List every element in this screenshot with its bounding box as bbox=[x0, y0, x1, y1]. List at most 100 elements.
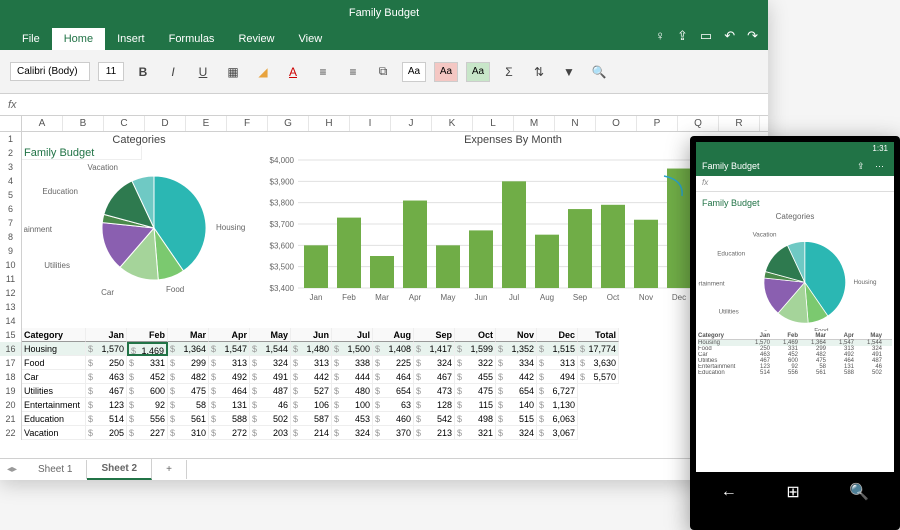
col-header[interactable]: Q bbox=[678, 116, 719, 131]
data-cell[interactable]: $324 bbox=[414, 356, 455, 370]
phone-formula-bar[interactable]: fx bbox=[696, 176, 894, 192]
row-header[interactable]: 18 bbox=[0, 370, 22, 384]
col-header[interactable]: G bbox=[268, 116, 309, 131]
data-cell[interactable]: $588 bbox=[209, 412, 250, 426]
data-cell[interactable]: $128 bbox=[414, 398, 455, 412]
data-cell[interactable]: $1,570 bbox=[86, 342, 127, 356]
data-cell[interactable]: $467 bbox=[414, 370, 455, 384]
col-header[interactable]: M bbox=[514, 116, 555, 131]
col-header[interactable]: L bbox=[473, 116, 514, 131]
data-cell[interactable]: $442 bbox=[496, 370, 537, 384]
tab-view[interactable]: View bbox=[287, 28, 335, 50]
data-cell[interactable]: $1,130 bbox=[537, 398, 578, 412]
data-cell[interactable]: $492 bbox=[209, 370, 250, 384]
data-cell[interactable]: $1,547 bbox=[209, 342, 250, 356]
phone-search-icon[interactable]: 🔍 bbox=[849, 482, 869, 502]
row-header[interactable]: 7 bbox=[0, 216, 22, 230]
font-select[interactable]: Calibri (Body) bbox=[10, 62, 90, 81]
row-header[interactable]: 1 bbox=[0, 132, 22, 146]
data-cell[interactable]: $1,469 bbox=[127, 342, 168, 356]
data-cell[interactable]: $313 bbox=[537, 356, 578, 370]
data-cell[interactable]: $313 bbox=[291, 356, 332, 370]
phone-home-icon[interactable]: ⊞ bbox=[786, 482, 799, 502]
bar-chart[interactable]: Expenses By Month Holidays $3,400$3,500$… bbox=[264, 134, 762, 316]
sort-button[interactable]: ⇅ bbox=[528, 61, 550, 83]
col-header[interactable]: C bbox=[104, 116, 145, 131]
data-cell[interactable]: $100 bbox=[332, 398, 373, 412]
col-header[interactable]: K bbox=[432, 116, 473, 131]
data-cell[interactable]: $106 bbox=[291, 398, 332, 412]
data-cell[interactable]: $3,630 bbox=[578, 356, 619, 370]
data-cell[interactable]: $334 bbox=[496, 356, 537, 370]
align-left-button[interactable]: ≡ bbox=[312, 61, 334, 83]
cell-style-2[interactable]: Aa bbox=[434, 62, 458, 82]
category-cell[interactable]: Housing bbox=[22, 342, 86, 356]
category-cell[interactable]: Food bbox=[22, 356, 86, 370]
data-cell[interactable]: $561 bbox=[168, 412, 209, 426]
category-cell[interactable]: Car bbox=[22, 370, 86, 384]
data-cell[interactable]: $205 bbox=[86, 426, 127, 440]
share-icon[interactable]: ⇪ bbox=[677, 28, 688, 44]
row-header[interactable]: 13 bbox=[0, 300, 22, 314]
col-header[interactable]: E bbox=[186, 116, 227, 131]
data-cell[interactable]: $58 bbox=[168, 398, 209, 412]
sheet-tab-2[interactable]: Sheet 2 bbox=[87, 459, 152, 480]
italic-button[interactable]: I bbox=[162, 61, 184, 83]
data-cell[interactable]: $324 bbox=[250, 356, 291, 370]
data-cell[interactable]: $475 bbox=[455, 384, 496, 398]
table-header-cell[interactable]: Dec bbox=[537, 328, 578, 342]
col-header[interactable]: R bbox=[719, 116, 760, 131]
table-header-cell[interactable]: Jul bbox=[332, 328, 373, 342]
cell-style-3[interactable]: Aa bbox=[466, 62, 490, 82]
data-cell[interactable]: $453 bbox=[332, 412, 373, 426]
data-cell[interactable]: $442 bbox=[291, 370, 332, 384]
row-header[interactable]: 3 bbox=[0, 160, 22, 174]
data-cell[interactable]: $227 bbox=[127, 426, 168, 440]
merge-button[interactable]: ⧉ bbox=[372, 61, 394, 83]
table-header-cell[interactable]: Total bbox=[578, 328, 619, 342]
data-cell[interactable]: $1,544 bbox=[250, 342, 291, 356]
pie-chart[interactable]: Categories HousingFoodCarUtilitiesEntert… bbox=[24, 134, 254, 316]
filter-button[interactable]: ▼ bbox=[558, 61, 580, 83]
data-cell[interactable]: $225 bbox=[373, 356, 414, 370]
data-cell[interactable]: $1,515 bbox=[537, 342, 578, 356]
table-header-cell[interactable]: Sep bbox=[414, 328, 455, 342]
row-header[interactable]: 9 bbox=[0, 244, 22, 258]
redo-icon[interactable]: ↷ bbox=[747, 28, 758, 44]
data-cell[interactable]: $299 bbox=[168, 356, 209, 370]
category-cell[interactable]: Vacation bbox=[22, 426, 86, 440]
data-cell[interactable]: $600 bbox=[127, 384, 168, 398]
col-header[interactable]: F bbox=[227, 116, 268, 131]
table-header-cell[interactable]: Feb bbox=[127, 328, 168, 342]
sheet-nav-icon[interactable]: ◂▸ bbox=[0, 464, 24, 475]
underline-button[interactable]: U bbox=[192, 61, 214, 83]
data-cell[interactable]: $272 bbox=[209, 426, 250, 440]
data-cell[interactable]: $498 bbox=[455, 412, 496, 426]
row-header[interactable]: 4 bbox=[0, 174, 22, 188]
category-cell[interactable]: Education bbox=[22, 412, 86, 426]
formula-bar[interactable]: fx bbox=[0, 94, 768, 116]
row-header[interactable]: 19 bbox=[0, 384, 22, 398]
row-header[interactable]: 15 bbox=[0, 328, 22, 342]
find-button[interactable]: 🔍 bbox=[588, 61, 610, 83]
data-cell[interactable]: $464 bbox=[209, 384, 250, 398]
row-header[interactable]: 2 bbox=[0, 146, 22, 160]
phone-pie-chart[interactable]: HousingFoodCarUtilitiesEntertainmentEduc… bbox=[698, 221, 888, 331]
add-sheet-button[interactable]: + bbox=[152, 460, 187, 479]
row-header[interactable]: 6 bbox=[0, 202, 22, 216]
data-cell[interactable]: $473 bbox=[414, 384, 455, 398]
data-cell[interactable]: $17,774 bbox=[578, 342, 619, 356]
sum-button[interactable]: Σ bbox=[498, 61, 520, 83]
row-header[interactable]: 8 bbox=[0, 230, 22, 244]
data-cell[interactable]: $475 bbox=[168, 384, 209, 398]
col-header[interactable]: I bbox=[350, 116, 391, 131]
table-header-cell[interactable]: Oct bbox=[455, 328, 496, 342]
data-cell[interactable]: $63 bbox=[373, 398, 414, 412]
data-cell[interactable]: $214 bbox=[291, 426, 332, 440]
col-header[interactable]: N bbox=[555, 116, 596, 131]
align-center-button[interactable]: ≡ bbox=[342, 61, 364, 83]
data-cell[interactable]: $140 bbox=[496, 398, 537, 412]
sheet-tab-1[interactable]: Sheet 1 bbox=[24, 460, 87, 479]
tab-formulas[interactable]: Formulas bbox=[157, 28, 227, 50]
row-header[interactable]: 14 bbox=[0, 314, 22, 328]
